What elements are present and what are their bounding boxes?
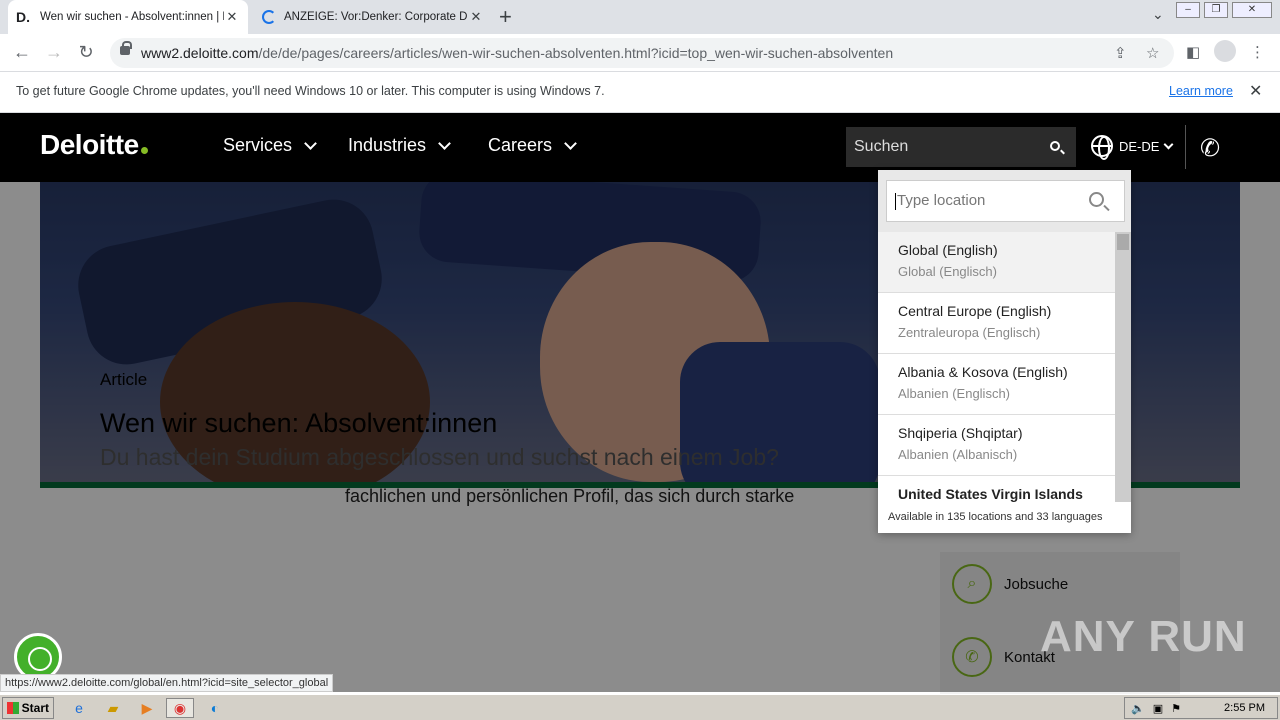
tab-strip: D. Wen wir suchen - Absolvent:innen | D … bbox=[0, 0, 1280, 34]
tab-title: Wen wir suchen - Absolvent:innen | D bbox=[40, 11, 224, 23]
location-item-albania-english[interactable]: Albania & Kosova (English) Albanien (Eng… bbox=[878, 354, 1115, 415]
start-label: Start bbox=[21, 701, 49, 715]
locale-label: DE-DE bbox=[1119, 138, 1160, 154]
location-list[interactable]: Global (English) Global (Englisch) Centr… bbox=[878, 232, 1115, 502]
bookmark-star-icon[interactable]: ☆ bbox=[1146, 44, 1159, 62]
deloitte-logo[interactable]: Deloitte bbox=[40, 129, 148, 161]
location-translation: Global (Englisch) bbox=[898, 264, 997, 279]
location-name: United States Virgin Islands bbox=[898, 486, 1083, 502]
location-item-global[interactable]: Global (English) Global (Englisch) bbox=[878, 232, 1115, 293]
chevron-down-icon bbox=[564, 136, 577, 150]
infobar-close-icon[interactable]: ✕ bbox=[1249, 81, 1262, 101]
maximize-button[interactable]: ❐ bbox=[1204, 2, 1228, 18]
media-player-taskbar-icon[interactable]: ▶ bbox=[136, 698, 158, 718]
tab-search-chevron-icon[interactable]: ⌄ bbox=[1152, 6, 1164, 23]
reload-button[interactable]: ↻ bbox=[74, 42, 98, 63]
loading-spinner-icon bbox=[262, 10, 276, 24]
anyrun-watermark: ANY RUN bbox=[1040, 612, 1247, 661]
browser-toolbar: ← → ↻ www2.deloitte.com/de/de/pages/care… bbox=[0, 34, 1280, 72]
nav-careers[interactable]: Careers bbox=[488, 135, 577, 156]
nav-label: Industries bbox=[348, 135, 427, 155]
action-center-flag-icon[interactable]: ⚑ bbox=[1171, 702, 1181, 715]
url-text: www2.deloitte.com/de/de/pages/careers/ar… bbox=[141, 45, 893, 61]
windows-flag-icon bbox=[7, 702, 19, 714]
location-scrollbar[interactable] bbox=[1115, 232, 1131, 502]
nav-label: Services bbox=[223, 135, 293, 155]
tab-anzeige[interactable]: ANZEIGE: Vor:Denker: Corporate Di ✕ bbox=[252, 0, 492, 34]
location-name: Central Europe (English) bbox=[898, 303, 1052, 319]
lock-icon[interactable] bbox=[120, 41, 132, 55]
location-placeholder: Type location bbox=[897, 192, 986, 209]
clock[interactable]: 2:55 PM bbox=[1224, 702, 1277, 714]
ie-taskbar-icon[interactable]: e bbox=[68, 698, 90, 718]
explorer-taskbar-icon[interactable]: ▰ bbox=[102, 698, 124, 718]
volume-icon[interactable]: 🔈 bbox=[1131, 702, 1145, 715]
tab-deloitte[interactable]: D. Wen wir suchen - Absolvent:innen | D … bbox=[8, 0, 248, 34]
location-count-note: Available in 135 locations and 33 langua… bbox=[878, 502, 1131, 533]
text-caret bbox=[895, 192, 896, 210]
locale-selector[interactable]: DE-DE bbox=[1091, 135, 1174, 160]
share-icon[interactable]: ⇪ bbox=[1114, 44, 1127, 62]
side-panel-icon[interactable]: ◧ bbox=[1186, 43, 1200, 61]
update-infobar: To get future Google Chrome updates, you… bbox=[0, 72, 1280, 113]
tab-close-icon[interactable]: ✕ bbox=[468, 9, 484, 25]
scrollbar-thumb[interactable] bbox=[1117, 234, 1129, 250]
search-icon[interactable] bbox=[1089, 192, 1104, 207]
chrome-taskbar-icon[interactable]: ◉ bbox=[166, 698, 194, 718]
new-tab-button[interactable]: + bbox=[499, 4, 512, 30]
address-bar[interactable]: www2.deloitte.com/de/de/pages/careers/ar… bbox=[110, 38, 1174, 68]
location-dropdown: Type location Global (English) Global (E… bbox=[878, 170, 1131, 533]
status-url-bubble: https://www2.deloitte.com/global/en.html… bbox=[0, 674, 334, 692]
system-tray: 🔈 ▣ ⚑ 2:55 PM bbox=[1124, 697, 1278, 719]
chevron-down-icon bbox=[1164, 139, 1174, 149]
chevron-down-icon bbox=[438, 136, 451, 150]
tab-title: ANZEIGE: Vor:Denker: Corporate Di bbox=[284, 11, 468, 23]
location-item-central-europe[interactable]: Central Europe (English) Zentraleuropa (… bbox=[878, 293, 1115, 354]
profile-avatar-icon[interactable] bbox=[1214, 40, 1236, 62]
close-window-button[interactable]: ✕ bbox=[1232, 2, 1272, 18]
location-translation: Zentraleuropa (Englisch) bbox=[898, 325, 1041, 340]
location-name: Global (English) bbox=[898, 242, 998, 258]
search-placeholder: Suchen bbox=[854, 138, 909, 155]
nav-industries[interactable]: Industries bbox=[348, 135, 451, 156]
menu-kebab-icon[interactable]: ⋮ bbox=[1250, 43, 1265, 61]
url-path: /de/de/pages/careers/articles/wen-wir-su… bbox=[258, 45, 894, 61]
location-name: Shqiperia (Shqiptar) bbox=[898, 425, 1023, 441]
globe-icon bbox=[1091, 135, 1113, 160]
site-search-input[interactable]: Suchen bbox=[846, 127, 1076, 167]
chevron-down-icon bbox=[304, 136, 317, 150]
windows-taskbar: Start e ▰ ▶ ◉ ◐ 🔈 ▣ ⚑ 2:55 PM bbox=[0, 694, 1280, 720]
learn-more-link[interactable]: Learn more bbox=[1169, 84, 1233, 98]
location-item-shqiperia[interactable]: Shqiperia (Shqiptar) Albanien (Albanisch… bbox=[878, 415, 1115, 476]
header-divider bbox=[1185, 125, 1186, 169]
location-search-input[interactable]: Type location bbox=[886, 180, 1125, 222]
minimize-button[interactable]: – bbox=[1176, 2, 1200, 18]
edge-taskbar-icon[interactable]: ◐ bbox=[204, 698, 226, 718]
deloitte-favicon-icon: D. bbox=[16, 9, 30, 25]
network-icon[interactable]: ▣ bbox=[1153, 702, 1163, 715]
location-translation: Albanien (Albanisch) bbox=[898, 447, 1018, 462]
infobar-message: To get future Google Chrome updates, you… bbox=[16, 84, 605, 98]
logo-dot-icon bbox=[140, 147, 148, 154]
nav-services[interactable]: Services bbox=[223, 135, 317, 156]
forward-button[interactable]: → bbox=[42, 42, 66, 63]
logo-text: Deloitte bbox=[40, 129, 139, 160]
window-controls: – ❐ ✕ bbox=[1176, 2, 1272, 18]
tab-close-icon[interactable]: ✕ bbox=[224, 9, 240, 25]
back-button[interactable]: ← bbox=[10, 42, 34, 63]
nav-label: Careers bbox=[488, 135, 553, 155]
location-item-usvi[interactable]: United States Virgin Islands bbox=[878, 476, 1115, 502]
location-name: Albania & Kosova (English) bbox=[898, 364, 1068, 380]
search-icon[interactable] bbox=[1050, 141, 1060, 151]
url-domain: www2.deloitte.com bbox=[141, 45, 259, 61]
start-button[interactable]: Start bbox=[2, 697, 54, 719]
phone-icon[interactable]: ✆ bbox=[1200, 134, 1220, 163]
location-translation: Albanien (Englisch) bbox=[898, 386, 1011, 401]
